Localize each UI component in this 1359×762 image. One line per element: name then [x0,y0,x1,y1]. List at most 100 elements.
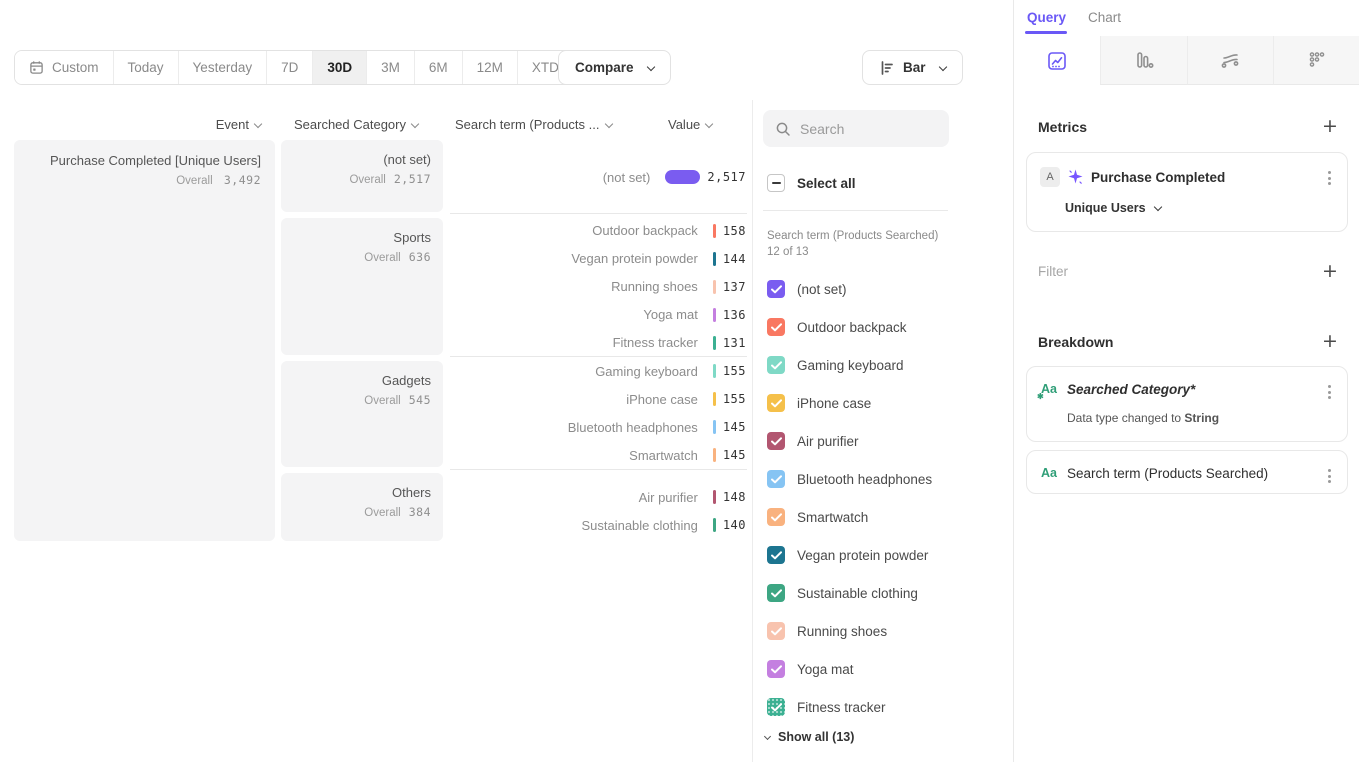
date-range-30d[interactable]: 30D [313,51,367,84]
date-range-7d[interactable]: 7D [267,51,313,84]
column-header-event[interactable]: Event [14,117,261,132]
add-metric-button[interactable]: + [1321,118,1339,136]
kebab-menu-icon[interactable] [1324,465,1335,487]
compare-button[interactable]: Compare [558,50,671,85]
table-row[interactable]: Sustainable clothing140 [450,511,746,539]
checkbox-checked-icon[interactable] [767,470,785,488]
table-row[interactable]: Bluetooth headphones145 [450,413,746,441]
term-value: 158 [723,224,746,238]
value-bar [665,170,700,184]
filter-item-label: Fitness tracker [797,700,886,715]
app-root: CustomTodayYesterday7D30D3M6M12MXTD Comp… [0,0,1359,762]
filter-item[interactable]: Gaming keyboard [767,355,904,375]
search-box[interactable] [763,110,949,147]
breakdown-card-search-term[interactable]: Aa Search term (Products Searched) [1026,450,1348,494]
checkbox-checked-icon[interactable] [767,394,785,412]
filter-item[interactable]: Sustainable clothing [767,583,918,603]
add-filter-button[interactable]: + [1321,263,1339,281]
date-range-custom[interactable]: Custom [15,51,114,84]
checkbox-checked-icon[interactable] [767,622,785,640]
breakdown-card-searched-category[interactable]: Aa✱ Searched Category* Data type changed… [1026,366,1348,442]
term-rows-group: Gaming keyboard 155 iPhone case155Bluetoot… [450,357,746,469]
retention-tab[interactable] [1273,36,1359,85]
flows-icon [1219,49,1241,71]
chevron-down-icon [411,120,419,128]
checkbox-checked-icon[interactable] [767,660,785,678]
date-range-label: 12M [477,60,503,75]
aggregation-dropdown[interactable]: Unique Users [1065,201,1161,215]
flows-tab[interactable] [1187,36,1274,85]
checkbox-indeterminate-icon[interactable] [767,174,785,192]
filter-item[interactable]: iPhone case [767,393,871,413]
tab-query[interactable]: Query [1027,10,1066,25]
term-label: (not set) [450,170,665,185]
calendar-icon [29,60,44,75]
chevron-down-icon [1154,203,1162,211]
date-range-3m[interactable]: 3M [367,51,415,84]
metric-name: Purchase Completed [1091,170,1225,185]
term-label: Outdoor backpack [450,223,713,238]
checkbox-checked-icon[interactable] [767,698,785,716]
show-all-button[interactable]: Show all (13) [765,730,854,744]
date-range-today[interactable]: Today [114,51,179,84]
table-row[interactable]: Gaming keyboard 155 [450,357,746,385]
kebab-menu-icon[interactable] [1324,167,1335,189]
group-separator [450,356,747,357]
overall-label: Overall [176,175,212,187]
term-label: Air purifier [450,490,713,505]
filter-item[interactable]: Vegan protein powder [767,545,928,565]
date-range-label: 3M [381,60,400,75]
table-row[interactable]: Yoga mat136 [450,301,746,329]
string-property-icon: Aa✱ [1041,382,1057,396]
table-row[interactable]: Outdoor backpack 158 [450,217,746,245]
checkbox-checked-icon[interactable] [767,318,785,336]
table-row[interactable]: Running shoes137 [450,273,746,301]
term-value: 136 [723,308,746,322]
table-row[interactable]: (not set)2,517 [450,163,746,191]
metric-card[interactable]: A Purchase Completed Unique Users [1026,152,1348,232]
checkbox-checked-icon[interactable] [767,584,785,602]
add-breakdown-button[interactable]: + [1321,333,1339,351]
filter-item[interactable]: Air purifier [767,431,859,451]
value-bar [713,308,716,322]
term-label: Gaming keyboard [450,364,713,379]
checkbox-checked-icon[interactable] [767,356,785,374]
tab-chart[interactable]: Chart [1088,10,1121,25]
funnels-tab[interactable] [1100,36,1187,85]
table-row[interactable]: Vegan protein powder144 [450,245,746,273]
filter-item[interactable]: Smartwatch [767,507,868,527]
kebab-menu-icon[interactable] [1324,381,1335,403]
checkbox-checked-icon[interactable] [767,546,785,564]
filter-item[interactable]: Outdoor backpack [767,317,907,337]
filter-item[interactable]: Running shoes [767,621,887,641]
table-row[interactable]: Air purifier148 [450,483,746,511]
date-range-6m[interactable]: 6M [415,51,463,84]
filter-item[interactable]: Yoga mat [767,659,854,679]
date-range-label: Today [128,60,164,75]
insights-tab[interactable] [1014,36,1100,85]
date-range-12m[interactable]: 12M [463,51,518,84]
select-all[interactable]: Select all [767,174,856,192]
column-header-search-term[interactable]: Search term (Products ... [455,117,665,132]
table-row[interactable]: Smartwatch145 [450,441,746,469]
column-header-searched-category[interactable]: Searched Category [281,117,431,132]
column-header-value[interactable]: Value [668,117,738,132]
checkbox-checked-icon[interactable] [767,508,785,526]
checkbox-checked-icon[interactable] [767,280,785,298]
insights-icon [1046,50,1068,72]
filter-item[interactable]: Fitness tracker [767,697,886,717]
date-range-label: 7D [281,60,298,75]
checkbox-checked-icon[interactable] [767,432,785,450]
category-cell: (not set)Overall2,517 [281,140,443,212]
table-row[interactable]: iPhone case155 [450,385,746,413]
term-value: 155 [723,364,746,378]
chart-type-button[interactable]: Bar [862,50,963,85]
date-range-yesterday[interactable]: Yesterday [179,51,268,84]
value-bar [713,518,716,532]
filter-item[interactable]: (not set) [767,279,847,299]
filter-item[interactable]: Bluetooth headphones [767,469,932,489]
search-input[interactable] [800,121,930,137]
table-row[interactable]: Fitness tracker131 [450,329,746,357]
term-rows-group: Outdoor backpack 158 Vegan protein powder1… [450,216,746,357]
category-name: Gadgets [281,373,431,388]
